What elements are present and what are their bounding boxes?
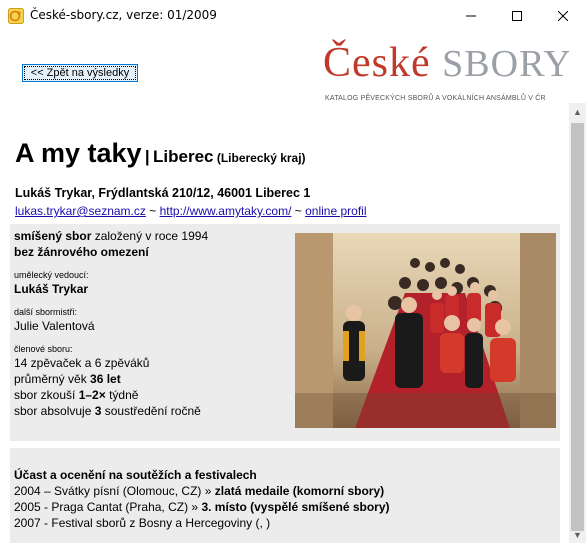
rehearsal-frequency: sbor zkouší 1–2× týdně [14,388,139,402]
email-link[interactable]: lukas.trykar@seznam.cz [15,204,146,218]
logo-subtitle: KATALOG PĚVECKÝCH SBORŮ A VOKÁLNÍCH ANSÁ… [325,95,546,102]
choir-photo [295,233,556,428]
members-label: členové sboru: [14,344,73,354]
award-item: 2005 - Praga Cantat (Praha, CZ) » 3. mís… [14,500,390,514]
awards-title: Účast a ocenění na soutěžích a festivale… [14,468,257,482]
leader-name: Lukáš Trykar [14,282,89,296]
leader-label: umělecký vedoucí: [14,270,89,280]
choir-city: Liberec [153,147,214,166]
window-title: České-sbory.cz, verze: 01/2009 [30,8,217,22]
link-separator: ~ [149,204,157,218]
logo-ceske: České [323,40,431,86]
page-title: A my taky | Liberec (Liberecký kraj) [15,138,306,169]
choir-region: (Liberecký kraj) [216,151,306,165]
choir-info-panel: smíšený sbor založený v roce 1994 bez žá… [10,224,560,441]
choir-type: smíšený sbor založený v roce 1994 [14,229,209,243]
title-bar: České-sbory.cz, verze: 01/2009 [0,0,586,31]
contact-address: Lukáš Trykar, Frýdlantská 210/12, 46001 … [15,186,311,200]
close-icon [558,10,568,21]
award-item: 2004 – Svátky písní (Olomouc, CZ) » zlat… [14,484,385,498]
other-conductor: Julie Valentová [14,319,95,333]
minimize-icon [466,15,476,16]
scroll-down-icon[interactable]: ▼ [569,526,586,543]
scroll-up-icon[interactable]: ▲ [569,103,586,120]
maximize-icon [512,10,522,21]
choir-genre: bez žánrového omezení [14,245,149,259]
average-age: průměrný věk 36 let [14,372,121,386]
app-icon [8,8,24,24]
other-label: další sbormistři: [14,307,78,317]
title-separator: | [144,147,150,166]
back-to-results-button[interactable]: << Zpět na výsledky [22,64,138,82]
contact-links: lukas.trykar@seznam.cz ~ http://www.amyt… [15,204,366,218]
awards-panel: Účast a ocenění na soutěžích a festivale… [10,448,560,543]
scroll-thumb[interactable] [571,123,584,531]
maximize-button[interactable] [494,0,540,31]
members-count: 14 zpěvaček a 6 zpěváků [14,356,150,370]
choir-name: A my taky [15,138,142,168]
award-item: 2007 - Festival sborů z Bosny a Hercegov… [14,516,271,530]
logo: České SBORY KATALOG PĚVECKÝCH SBORŮ A VO… [323,39,569,103]
online-profile-link[interactable]: online profil [305,204,366,218]
retreats-per-year: sbor absolvuje 3 soustředění ročně [14,404,201,418]
link-separator: ~ [294,204,302,218]
logo-sbory: SBORY [442,43,569,85]
website-link[interactable]: http://www.amytaky.com/ [160,204,292,218]
page-content: << Zpět na výsledky České SBORY KATALOG … [0,31,569,543]
minimize-button[interactable] [448,0,494,31]
vertical-scrollbar[interactable]: ▲ ▼ [569,103,586,543]
close-button[interactable] [540,0,586,31]
